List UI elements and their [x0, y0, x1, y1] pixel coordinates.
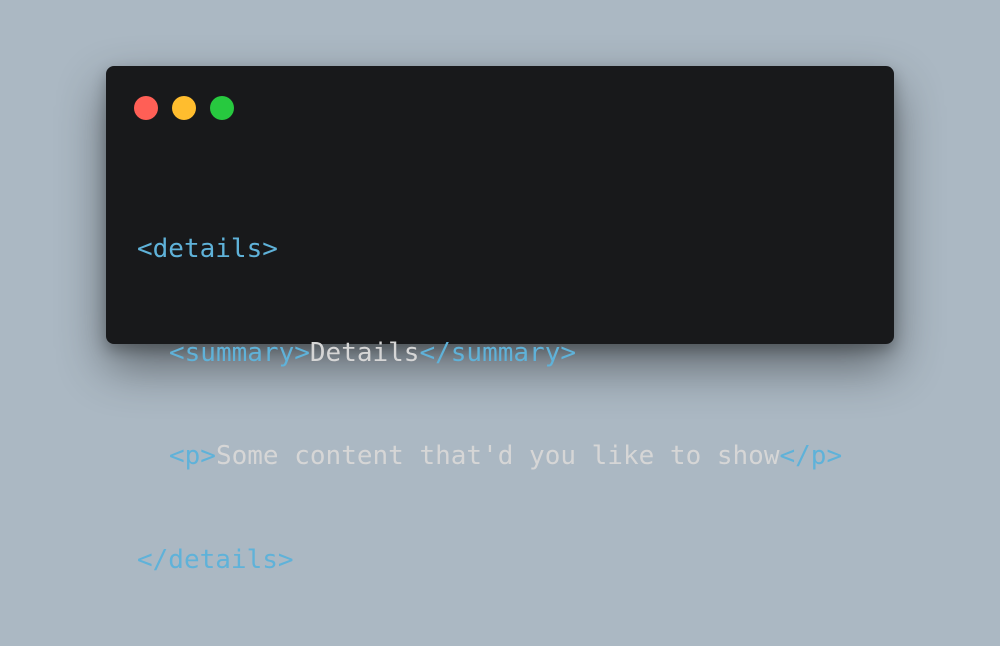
p-open-tag: <p>	[169, 441, 216, 471]
minimize-dot-icon	[172, 96, 196, 120]
code-line-1: <details>	[137, 232, 842, 267]
paragraph-text: Some content that'd you like to show	[215, 441, 780, 471]
code-line-3: <p>Some content that'd you like to show<…	[137, 439, 842, 474]
summary-text: Details	[309, 337, 420, 368]
code-line-2: <summary>Details</summary>	[137, 336, 842, 371]
code-block: <details> <summary>Details</summary> <p>…	[137, 163, 842, 646]
maximize-dot-icon	[210, 96, 234, 120]
code-window: <details> <summary>Details</summary> <p>…	[106, 66, 894, 575]
code-line-4: </details>	[137, 543, 842, 578]
summary-open-tag: <summary>	[169, 337, 310, 368]
close-dot-icon	[134, 96, 158, 120]
summary-close-tag: </summary>	[419, 337, 577, 368]
window-controls	[134, 96, 234, 120]
details-close-tag: </details>	[137, 544, 294, 575]
p-close-tag: </p>	[779, 441, 843, 471]
details-open-tag: <details>	[137, 234, 278, 264]
